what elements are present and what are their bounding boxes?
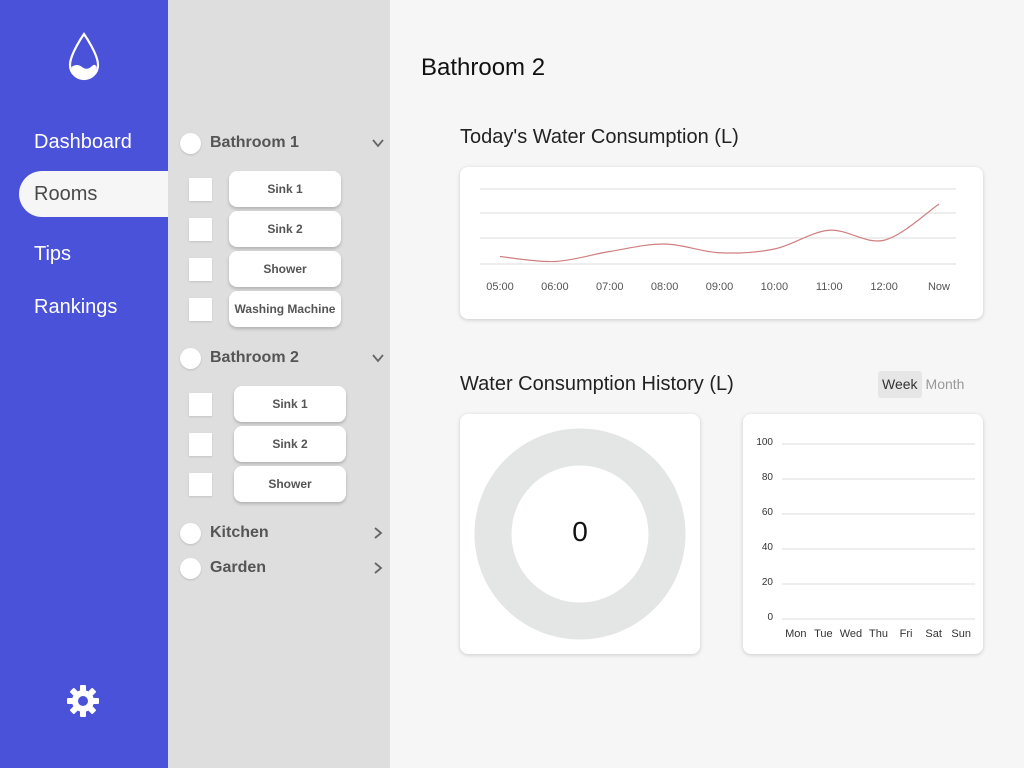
- water-drop-icon[interactable]: [66, 32, 102, 82]
- device-shower-button[interactable]: Shower: [229, 251, 341, 287]
- device-washing-machine-button[interactable]: Washing Machine: [229, 291, 341, 327]
- nav-dashboard[interactable]: Dashboard: [19, 119, 168, 165]
- room-label: Kitchen: [210, 524, 269, 541]
- week-toggle-button[interactable]: Week: [878, 371, 922, 398]
- x-tick-label: Tue: [814, 628, 833, 640]
- device-shower-button[interactable]: Shower: [234, 466, 346, 502]
- x-tick-label: 10:00: [761, 281, 789, 293]
- chevron-right-icon[interactable]: [371, 526, 385, 540]
- room-radio[interactable]: [180, 522, 201, 544]
- device-sink-2-button[interactable]: Sink 2: [229, 211, 341, 247]
- x-tick-label: Mon: [785, 628, 806, 640]
- device-checkbox[interactable]: [189, 257, 212, 281]
- month-toggle-button[interactable]: Month: [922, 371, 969, 398]
- x-tick-label: Sat: [925, 628, 942, 640]
- room-radio[interactable]: [180, 132, 201, 154]
- today-chart-card: 05:00 06:00 07:00 08:00 09:00 10:00 11:00 12:00…: [460, 167, 983, 319]
- y-tick-label: 60: [762, 507, 774, 518]
- history-chart-title: Water Consumption History (L): [460, 373, 734, 395]
- x-tick-label: 05:00: [486, 281, 514, 293]
- device-sink-2-button[interactable]: Sink 2: [234, 426, 346, 462]
- y-tick-label: 0: [767, 612, 773, 623]
- device-checkbox[interactable]: [189, 177, 212, 201]
- today-chart-title: Today's Water Consumption (L): [460, 126, 739, 148]
- nav-rooms[interactable]: Rooms: [19, 171, 168, 217]
- room-label: Garden: [210, 559, 267, 576]
- donut-card: 0: [460, 414, 700, 654]
- device-checkbox[interactable]: [189, 297, 212, 321]
- chevron-down-icon[interactable]: [371, 136, 385, 150]
- page-title: Bathroom 2: [421, 54, 546, 81]
- device-checkbox[interactable]: [189, 392, 212, 416]
- x-tick-label: 12:00: [870, 281, 898, 293]
- device-sink-1-button[interactable]: Sink 1: [234, 386, 346, 422]
- device-checkbox[interactable]: [189, 432, 212, 456]
- x-tick-label: Thu: [869, 628, 888, 640]
- weekly-bar-chart: 100 80 60 40 20 0 Mon Tue Wed Thu Fri Sat Sun: [756, 437, 975, 640]
- device-row: Shower: [189, 466, 346, 502]
- sidebar: Dashboard Rooms Tips Rankings: [0, 0, 168, 768]
- device-row: Sink 2: [189, 211, 341, 247]
- room-label: Bathroom 2: [210, 349, 299, 366]
- chevron-down-icon[interactable]: [371, 351, 385, 365]
- chevron-right-icon[interactable]: [371, 561, 385, 575]
- device-checkbox[interactable]: [189, 472, 212, 496]
- room-label: Bathroom 1: [210, 134, 299, 151]
- room-radio[interactable]: [180, 347, 201, 369]
- today-line-chart: 05:00 06:00 07:00 08:00 09:00 10:00 11:00 12:00…: [480, 188, 956, 293]
- device-row: Washing Machine: [189, 291, 341, 327]
- x-tick-label: Fri: [900, 628, 913, 640]
- y-tick-label: 80: [762, 472, 774, 483]
- x-tick-label: Wed: [840, 628, 862, 640]
- gear-icon[interactable]: [66, 684, 100, 718]
- device-row: Sink 1: [189, 171, 341, 207]
- period-toggle: Week Month: [878, 371, 968, 398]
- device-row: Sink 2: [189, 426, 346, 462]
- x-tick-label: Sun: [951, 628, 971, 640]
- nav-rankings[interactable]: Rankings: [19, 284, 168, 330]
- x-tick-label: 07:00: [596, 281, 624, 293]
- nav-tips[interactable]: Tips: [19, 231, 168, 277]
- room-kitchen[interactable]: Kitchen: [180, 521, 385, 545]
- x-tick-label: 08:00: [651, 281, 679, 293]
- x-tick-label: Now: [928, 281, 950, 293]
- weekly-bar-card: 100 80 60 40 20 0 Mon Tue Wed Thu Fri Sat Sun: [743, 414, 983, 654]
- x-tick-label: 06:00: [541, 281, 569, 293]
- device-sink-1-button[interactable]: Sink 1: [229, 171, 341, 207]
- donut-value: 0: [572, 516, 588, 547]
- device-row: Shower: [189, 251, 341, 287]
- y-tick-label: 40: [762, 542, 774, 553]
- room-radio[interactable]: [180, 557, 201, 579]
- room-bathroom-1[interactable]: Bathroom 1: [180, 131, 385, 155]
- y-tick-label: 100: [756, 437, 773, 448]
- room-bathroom-2[interactable]: Bathroom 2: [180, 346, 385, 370]
- y-tick-label: 20: [762, 577, 774, 588]
- rooms-panel: Bathroom 1 Sink 1 Sink 2 Shower Washing …: [168, 0, 390, 768]
- room-garden[interactable]: Garden: [180, 556, 385, 580]
- device-row: Sink 1: [189, 386, 346, 422]
- x-tick-label: 09:00: [706, 281, 734, 293]
- device-checkbox[interactable]: [189, 217, 212, 241]
- x-tick-label: 11:00: [816, 281, 843, 293]
